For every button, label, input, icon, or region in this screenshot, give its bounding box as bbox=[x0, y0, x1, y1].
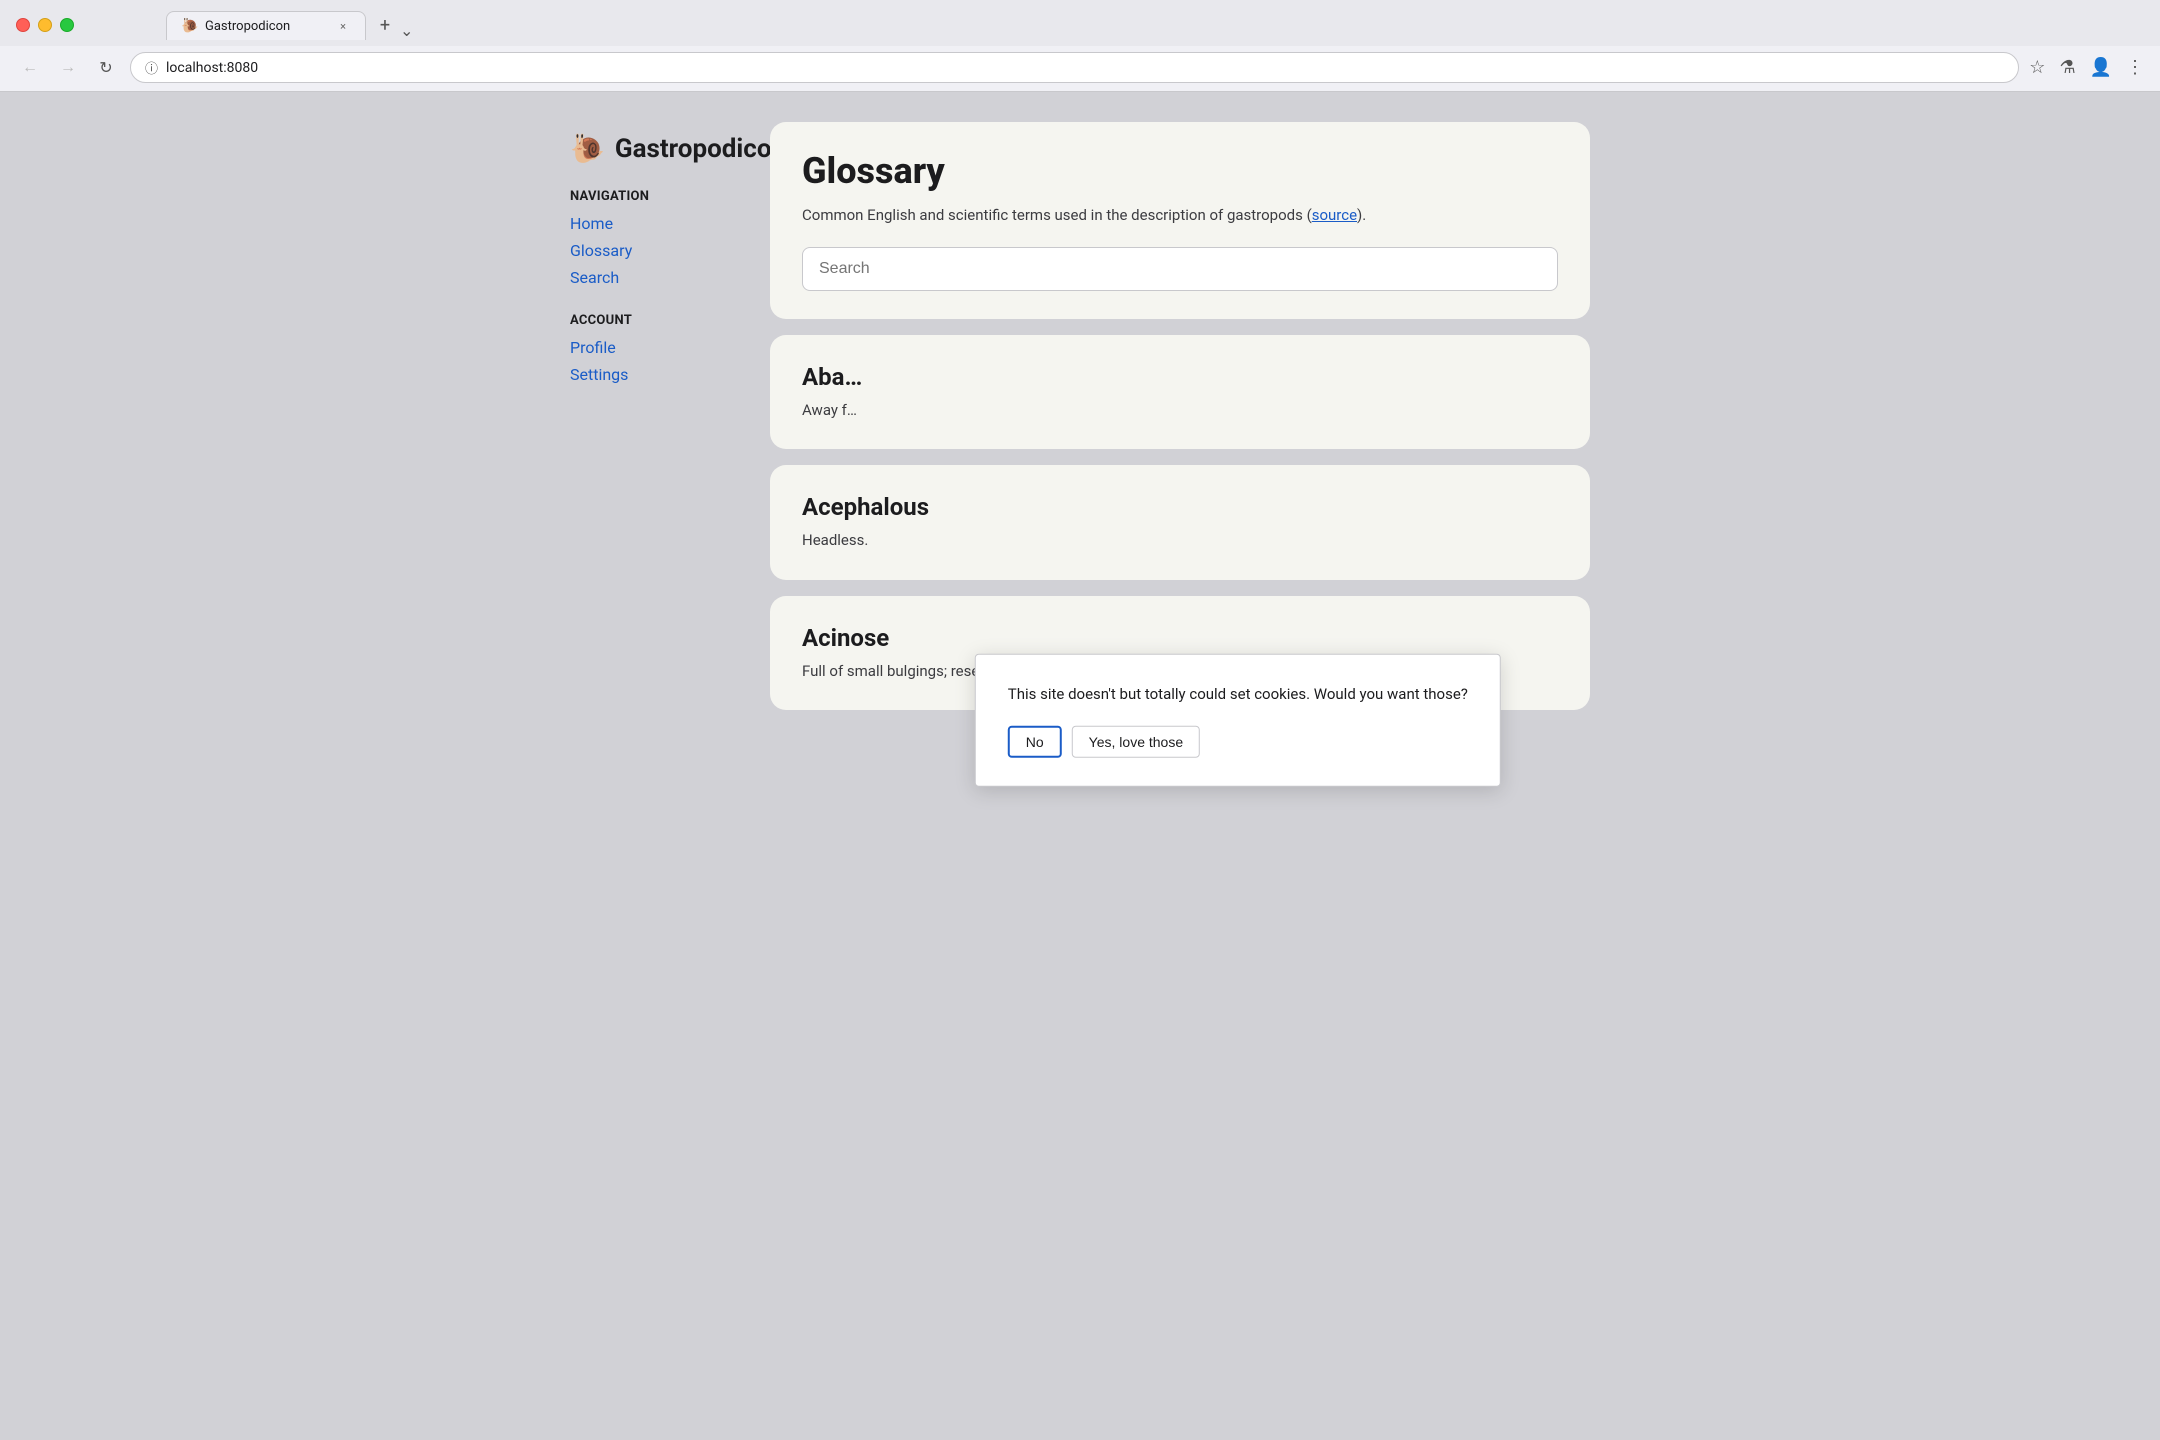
tab-dropdown-button[interactable]: ⌄ bbox=[400, 21, 429, 40]
close-window-button[interactable] bbox=[16, 18, 30, 32]
glossary-title: Glossary bbox=[802, 150, 1558, 192]
page-wrapper: 🐌 Gastropodicon NAVIGATION Home Glossary… bbox=[530, 92, 1630, 740]
sidebar: 🐌 Gastropodicon NAVIGATION Home Glossary… bbox=[570, 122, 730, 710]
tab-favicon-icon: 🐌 bbox=[181, 18, 197, 34]
new-tab-button[interactable]: + bbox=[370, 10, 400, 40]
nav-section-title: NAVIGATION bbox=[570, 189, 730, 204]
nav-section: NAVIGATION Home Glossary Search bbox=[570, 189, 730, 289]
tab-bar: 🐌 Gastropodicon × + ⌄ bbox=[86, 10, 429, 40]
minimize-window-button[interactable] bbox=[38, 18, 52, 32]
sidebar-item-glossary[interactable]: Glossary bbox=[570, 239, 730, 262]
term-name-abapical: Aba… bbox=[802, 363, 1558, 391]
profile-button[interactable]: 👤 bbox=[2090, 57, 2112, 78]
browser-tab[interactable]: 🐌 Gastropodicon × bbox=[166, 11, 366, 40]
tab-close-button[interactable]: × bbox=[335, 18, 351, 34]
logo-text: Gastropodicon bbox=[615, 134, 786, 164]
sidebar-item-search[interactable]: Search bbox=[570, 266, 730, 289]
term-card-abapical: Aba… Away f… bbox=[770, 335, 1590, 450]
traffic-lights bbox=[16, 18, 74, 32]
sidebar-item-settings[interactable]: Settings bbox=[570, 363, 730, 386]
refresh-button[interactable]: ↻ bbox=[92, 54, 120, 82]
sidebar-item-profile[interactable]: Profile bbox=[570, 336, 730, 359]
maximize-window-button[interactable] bbox=[60, 18, 74, 32]
toolbar-actions: ☆ ⚗ 👤 ⋮ bbox=[2029, 57, 2144, 78]
cookie-message: This site doesn't but totally could set … bbox=[1008, 683, 1468, 706]
address-text: localhost:8080 bbox=[166, 60, 2004, 76]
account-section: ACCOUNT Profile Settings bbox=[570, 313, 730, 386]
term-def-acephalous: Headless. bbox=[802, 529, 1558, 552]
term-def-abapical: Away f… bbox=[802, 399, 1558, 422]
address-security-icon: ⓘ bbox=[145, 58, 158, 77]
cookie-yes-button[interactable]: Yes, love those bbox=[1072, 725, 1200, 757]
glossary-search-input[interactable] bbox=[802, 247, 1558, 291]
cookie-no-button[interactable]: No bbox=[1008, 725, 1062, 757]
experiment-button[interactable]: ⚗ bbox=[2059, 57, 2075, 78]
address-bar[interactable]: ⓘ localhost:8080 bbox=[130, 52, 2019, 83]
menu-button[interactable]: ⋮ bbox=[2126, 57, 2144, 78]
source-link[interactable]: source bbox=[1312, 206, 1357, 224]
term-card-acephalous: Acephalous Headless. bbox=[770, 465, 1590, 580]
browser-toolbar: ← → ↻ ⓘ localhost:8080 ☆ ⚗ 👤 ⋮ bbox=[0, 46, 2160, 91]
cookie-dialog: This site doesn't but totally could set … bbox=[975, 654, 1501, 787]
glossary-header-card: Glossary Common English and scientific t… bbox=[770, 122, 1590, 319]
forward-button[interactable]: → bbox=[54, 54, 82, 82]
bookmark-button[interactable]: ☆ bbox=[2029, 57, 2045, 78]
term-name-acinose: Acinose bbox=[802, 624, 1558, 652]
glossary-description: Common English and scientific terms used… bbox=[802, 204, 1558, 227]
site-logo: 🐌 Gastropodicon bbox=[570, 132, 730, 165]
term-name-acephalous: Acephalous bbox=[802, 493, 1558, 521]
sidebar-item-home[interactable]: Home bbox=[570, 212, 730, 235]
back-button[interactable]: ← bbox=[16, 54, 44, 82]
main-content: Glossary Common English and scientific t… bbox=[770, 122, 1590, 710]
browser-titlebar: 🐌 Gastropodicon × + ⌄ bbox=[0, 0, 2160, 46]
tab-title: Gastropodicon bbox=[205, 19, 327, 34]
account-section-title: ACCOUNT bbox=[570, 313, 730, 328]
cookie-buttons: No Yes, love those bbox=[1008, 725, 1468, 757]
logo-icon: 🐌 bbox=[570, 132, 605, 165]
browser-chrome: 🐌 Gastropodicon × + ⌄ ← → ↻ ⓘ localhost:… bbox=[0, 0, 2160, 92]
